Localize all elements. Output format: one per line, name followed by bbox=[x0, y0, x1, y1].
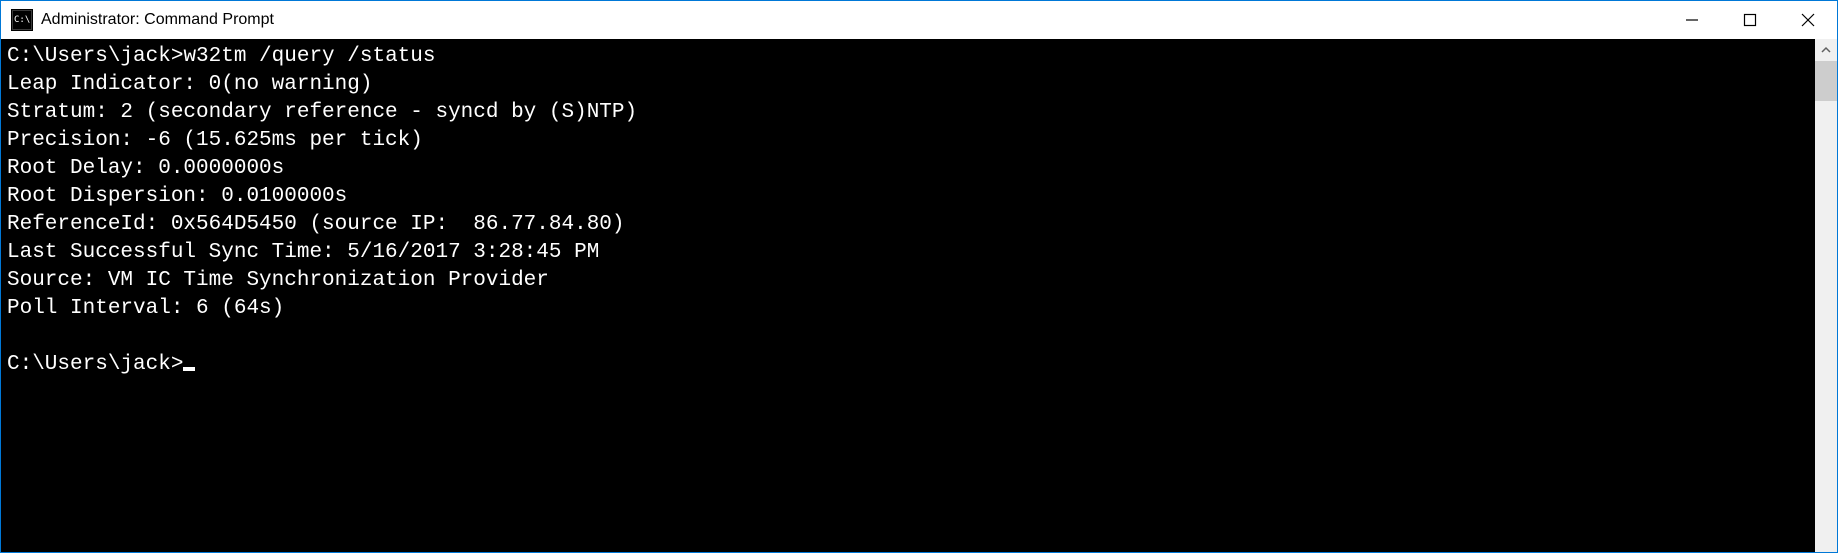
prompt-line: C:\Users\jack>w32tm /query /status bbox=[7, 45, 435, 68]
scroll-up-icon[interactable] bbox=[1815, 39, 1837, 61]
output-line: Source: VM IC Time Synchronization Provi… bbox=[7, 269, 549, 292]
output-line: Stratum: 2 (secondary reference - syncd … bbox=[7, 101, 637, 124]
output-line: Precision: -6 (15.625ms per tick) bbox=[7, 129, 423, 152]
window-body: C:\Users\jack>w32tm /query /status Leap … bbox=[1, 39, 1837, 552]
console-area[interactable]: C:\Users\jack>w32tm /query /status Leap … bbox=[1, 39, 1815, 552]
titlebar[interactable]: C:\ Administrator: Command Prompt bbox=[1, 1, 1837, 39]
output-line: Poll Interval: 6 (64s) bbox=[7, 297, 284, 320]
close-button[interactable] bbox=[1779, 1, 1837, 39]
command-prompt-window: C:\ Administrator: Command Prompt C:\Use… bbox=[0, 0, 1838, 553]
cursor bbox=[183, 367, 195, 371]
scrollbar-thumb[interactable] bbox=[1815, 61, 1837, 101]
prompt-path: C:\Users\jack> bbox=[7, 353, 183, 376]
command-text: w32tm /query /status bbox=[183, 45, 435, 68]
output-line: Leap Indicator: 0(no warning) bbox=[7, 73, 372, 96]
vertical-scrollbar[interactable] bbox=[1815, 39, 1837, 552]
prompt-line: C:\Users\jack> bbox=[7, 353, 195, 376]
output-line: ReferenceId: 0x564D5450 (source IP: 86.7… bbox=[7, 213, 625, 236]
svg-text:C:\: C:\ bbox=[14, 15, 30, 25]
output-line: Root Delay: 0.0000000s bbox=[7, 157, 284, 180]
maximize-button[interactable] bbox=[1721, 1, 1779, 39]
window-controls bbox=[1663, 1, 1837, 39]
cmd-icon: C:\ bbox=[11, 9, 33, 31]
output-line: Root Dispersion: 0.0100000s bbox=[7, 185, 347, 208]
output-line: Last Successful Sync Time: 5/16/2017 3:2… bbox=[7, 241, 599, 264]
minimize-button[interactable] bbox=[1663, 1, 1721, 39]
prompt-path: C:\Users\jack> bbox=[7, 45, 183, 68]
window-title: Administrator: Command Prompt bbox=[41, 11, 1663, 29]
